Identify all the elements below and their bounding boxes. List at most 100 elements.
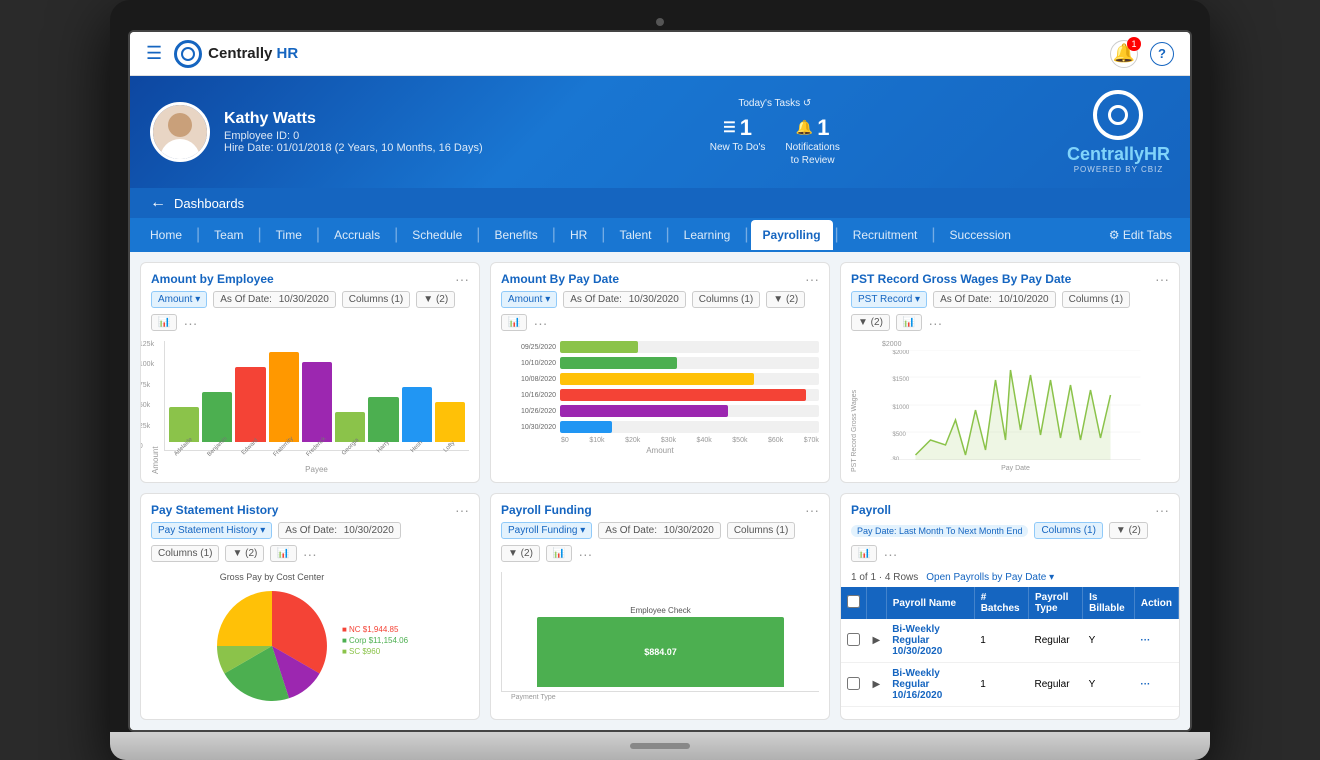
col-batches: # Batches: [974, 587, 1028, 619]
widget-title-4: Pay Statement History: [151, 503, 278, 517]
history-dropdown[interactable]: Pay Statement History ▾: [151, 522, 272, 539]
task-notif-desc: Notifications to Review: [785, 141, 839, 167]
widget-menu-1[interactable]: ···: [455, 271, 469, 287]
funding-bar-area: Employee Check $884.07 Payment Type: [491, 568, 829, 709]
widget-sub-menu-6[interactable]: ···: [883, 546, 897, 562]
tab-team[interactable]: Team: [202, 218, 255, 252]
filter-btn-5[interactable]: ▼ (2): [501, 545, 540, 562]
widget-controls-4: Pay Statement History ▾ As Of Date: 10/3…: [141, 522, 479, 568]
chart-type-btn-5[interactable]: 📊: [546, 545, 572, 562]
asof-date-btn-4[interactable]: As Of Date: 10/30/2020: [278, 522, 401, 539]
hero-bar: Kathy Watts Employee ID: 0 Hire Date: 01…: [130, 76, 1190, 188]
widget-menu-5[interactable]: ···: [805, 502, 819, 518]
tab-benefits[interactable]: Benefits: [482, 218, 549, 252]
hbar-label-5: 10/26/2020: [501, 408, 556, 415]
chart-type-btn-1[interactable]: 📊: [151, 314, 177, 331]
widget-menu-6[interactable]: ···: [1155, 502, 1169, 518]
tab-schedule[interactable]: Schedule: [400, 218, 474, 252]
tab-accruals[interactable]: Accruals: [322, 218, 392, 252]
select-all-checkbox[interactable]: [847, 595, 860, 608]
tasks-label: Today's Tasks ↺: [710, 98, 840, 109]
bell-button[interactable]: 🔔 1: [1110, 40, 1138, 68]
widget-menu-4[interactable]: ···: [455, 502, 469, 518]
tab-talent[interactable]: Talent: [607, 218, 663, 252]
columns-btn-5[interactable]: Columns (1): [727, 522, 795, 539]
tab-payrolling[interactable]: Payrolling: [751, 220, 833, 250]
pst-dropdown[interactable]: PST Record ▾: [851, 291, 927, 308]
breadcrumb-back-icon[interactable]: ←: [150, 194, 166, 212]
line-chart-area: PST Record Gross Wages $2000: [841, 337, 1179, 480]
amount-dropdown[interactable]: Amount ▾: [151, 291, 207, 308]
filter-btn-6[interactable]: ▼ (2): [1109, 522, 1148, 539]
chart-type-btn-6[interactable]: 📊: [851, 545, 877, 562]
hbar-label-3: 10/08/2020: [501, 376, 556, 383]
payroll-name-link-1[interactable]: Bi-Weekly Regular 10/30/2020: [892, 624, 942, 657]
row-1-checkbox[interactable]: [847, 633, 860, 646]
hbar-bar-6: [560, 421, 612, 433]
widget-pay-statement-history: Pay Statement History ··· Pay Statement …: [140, 493, 480, 720]
tab-succession[interactable]: Succession: [938, 218, 1023, 252]
widget-sub-menu-1[interactable]: ···: [183, 315, 197, 331]
widget-menu-2[interactable]: ···: [805, 271, 819, 287]
amount-dropdown-2[interactable]: Amount ▾: [501, 291, 557, 308]
chart-area-1: Amount $125k $100k $75k $50k $: [141, 337, 479, 482]
widget-sub-menu-2[interactable]: ···: [533, 315, 547, 331]
action-dots-2[interactable]: ···: [1140, 679, 1150, 690]
hamburger-icon[interactable]: ☰: [146, 43, 162, 64]
col-action: Action: [1134, 587, 1178, 619]
batches-1: 1: [974, 619, 1028, 663]
tab-recruitment[interactable]: Recruitment: [841, 218, 930, 252]
columns-btn-4[interactable]: Columns (1): [151, 545, 219, 562]
open-payrolls-link[interactable]: Open Payrolls by Pay Date ▾: [926, 572, 1054, 583]
filter-btn-3[interactable]: ▼ (2): [851, 314, 890, 331]
chart-type-btn-3[interactable]: 📊: [896, 314, 922, 331]
help-button[interactable]: ?: [1150, 42, 1174, 66]
asof-date-btn-2[interactable]: As Of Date: 10/30/2020: [563, 291, 686, 308]
widget-sub-menu-4[interactable]: ···: [303, 546, 317, 562]
widget-sub-menu-3[interactable]: ···: [928, 315, 942, 331]
filter-btn-2[interactable]: ▼ (2): [766, 291, 805, 308]
funding-dropdown[interactable]: Payroll Funding ▾: [501, 522, 592, 539]
edit-tabs-button[interactable]: ⚙ Edit Tabs: [1099, 220, 1182, 250]
widget-menu-3[interactable]: ···: [1155, 271, 1169, 287]
tab-time[interactable]: Time: [264, 218, 314, 252]
chart-type-btn-2[interactable]: 📊: [501, 314, 527, 331]
bar-3: Edward: [235, 367, 265, 450]
columns-btn-6[interactable]: Columns (1): [1034, 522, 1102, 539]
filter-btn-1[interactable]: ▼ (2): [416, 291, 455, 308]
hbar-row-4: 10/16/2020: [501, 389, 819, 401]
payroll-name-link-2[interactable]: Bi-Weekly Regular 10/16/2020: [892, 668, 942, 701]
brand-logo: CentrallyHR POWERED BY CBIZ: [1067, 90, 1170, 174]
chart-type-btn-4[interactable]: 📊: [270, 545, 296, 562]
tab-hr[interactable]: HR: [558, 218, 599, 252]
hbar-bar-1: [560, 341, 638, 353]
filter-btn-4[interactable]: ▼ (2): [225, 545, 264, 562]
tab-divider-9: |: [742, 226, 750, 244]
tab-learning[interactable]: Learning: [672, 218, 743, 252]
tab-divider-6: |: [550, 226, 558, 244]
asof-date-btn-3[interactable]: As Of Date: 10/10/2020: [933, 291, 1056, 308]
col-billable: Is Billable: [1083, 587, 1135, 619]
laptop-base: [110, 732, 1210, 760]
hbar-row-6: 10/30/2020: [501, 421, 819, 433]
asof-date-btn-1[interactable]: As Of Date: 10/30/2020: [213, 291, 336, 308]
hbar-barwrap-6: [560, 421, 819, 433]
asof-date-btn-5[interactable]: As Of Date: 10/30/2020: [598, 522, 721, 539]
tab-home[interactable]: Home: [138, 218, 194, 252]
pie-chart-svg: [212, 586, 332, 706]
widget-header-3: PST Record Gross Wages By Pay Date ···: [841, 263, 1179, 291]
columns-btn-2[interactable]: Columns (1): [692, 291, 760, 308]
widget-sub-menu-5[interactable]: ···: [578, 546, 592, 562]
row-2-checkbox[interactable]: [847, 677, 860, 690]
columns-btn-3[interactable]: Columns (1): [1062, 291, 1130, 308]
task-item-notif: 🔔 1 Notifications to Review: [785, 115, 839, 167]
widget-payroll-table: Payroll ··· Pay Date: Last Month To Next…: [840, 493, 1180, 720]
widget-header-5: Payroll Funding ···: [491, 494, 829, 522]
hero-left: Kathy Watts Employee ID: 0 Hire Date: 01…: [150, 102, 483, 162]
columns-btn-1[interactable]: Columns (1): [342, 291, 410, 308]
widget-header-1: Amount by Employee ···: [141, 263, 479, 291]
pie-legend: ■ NC $1,944.85 ■ Corp $11,154.06 ■ SC $9…: [342, 625, 408, 658]
task-todo-count: ☰ 1: [710, 115, 766, 141]
hbar-bar-5: [560, 405, 728, 417]
action-dots-1[interactable]: ···: [1140, 635, 1150, 646]
